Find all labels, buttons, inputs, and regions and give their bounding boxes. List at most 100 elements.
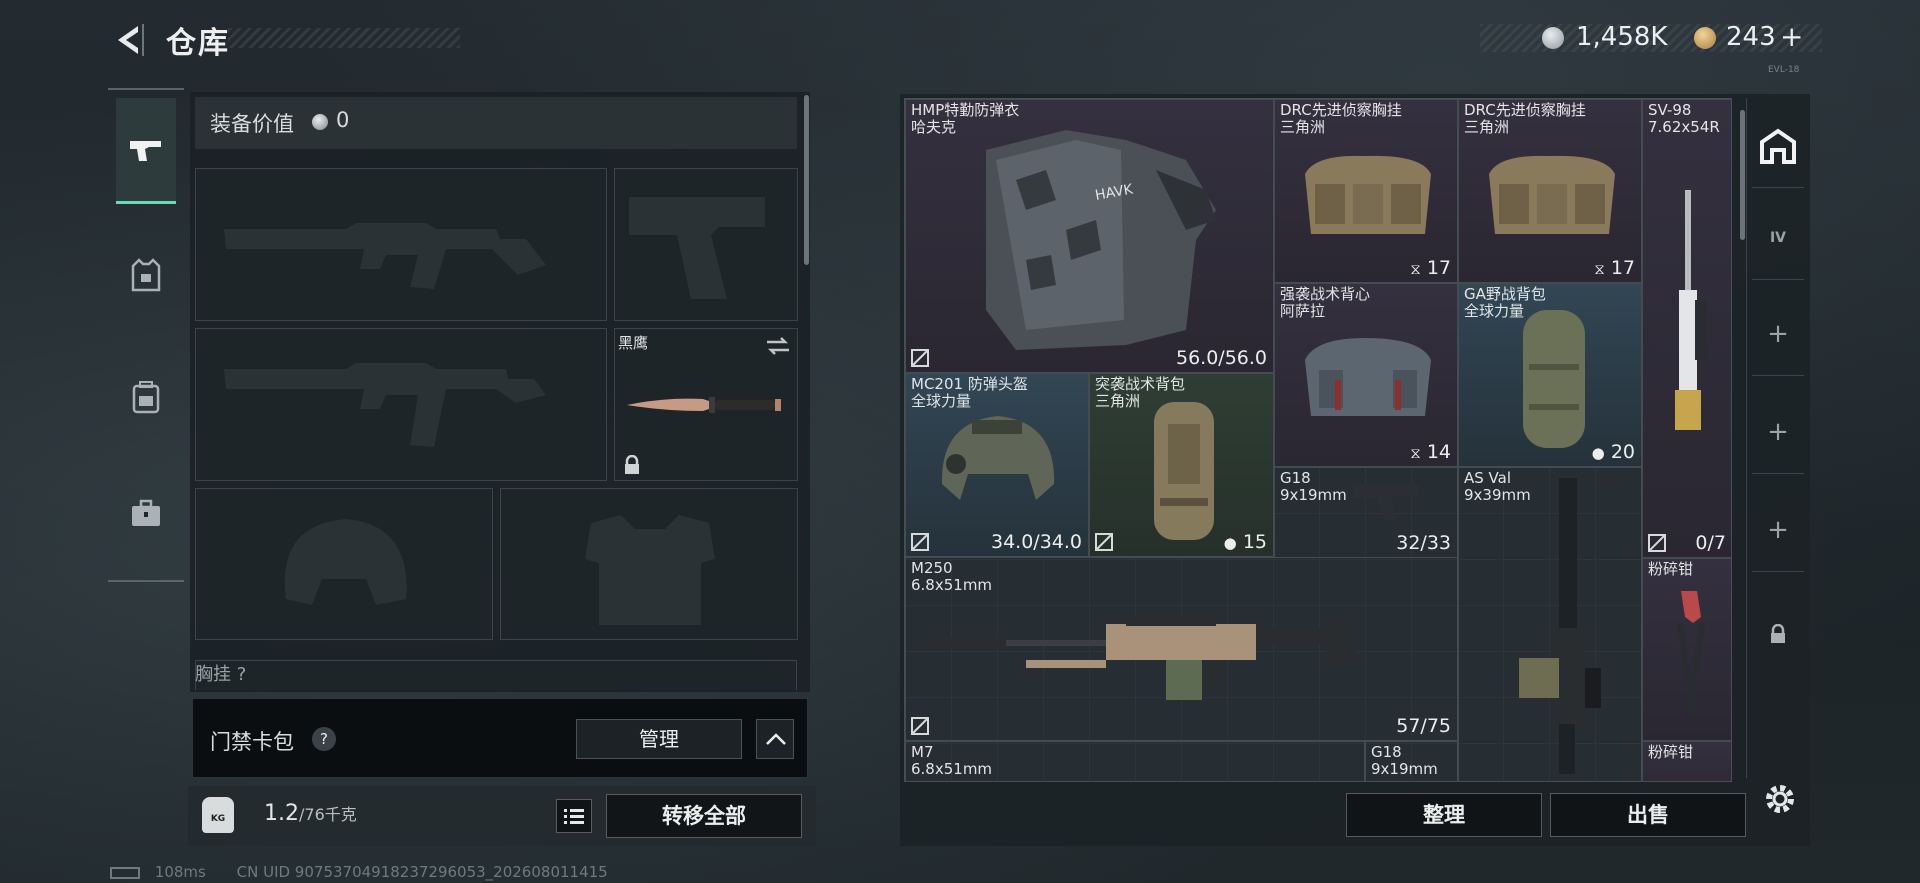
- rig-icon: ⧖: [1410, 444, 1421, 462]
- sell-button[interactable]: 出售: [1550, 793, 1746, 837]
- weight-total: /76千克: [299, 805, 357, 824]
- silver-coin-icon: [312, 114, 328, 130]
- sort-button[interactable]: 整理: [1346, 793, 1542, 837]
- stash-item[interactable]: SV-98 7.62x54R 0/7: [1642, 99, 1731, 558]
- weight-current: 1.2: [264, 801, 299, 826]
- stash-item[interactable]: 粉碎钳: [1642, 558, 1731, 741]
- pistol-image: [1353, 484, 1419, 520]
- secondary-weapon-slot[interactable]: [195, 328, 607, 481]
- tab-gear[interactable]: [116, 222, 176, 328]
- stash-item[interactable]: AS Val 9x39mm: [1458, 467, 1642, 781]
- tactical-vest-image: [1305, 338, 1431, 416]
- add-stash-tab-button[interactable]: +: [1752, 488, 1804, 572]
- player-uid: CN UID 90753704918237296053_202608011415: [236, 863, 608, 881]
- no-insure-icon: [911, 533, 929, 551]
- vest-icon: [131, 258, 161, 292]
- stash-item[interactable]: HMP特勤防弹衣 哈夫克 HAVK 56.0/56.0: [905, 99, 1274, 373]
- locked-stash-tab: [1752, 592, 1804, 676]
- pistol-silhouette-icon: [629, 197, 765, 299]
- stash-tab-4-label: IV: [1769, 229, 1787, 246]
- expand-button[interactable]: [756, 719, 794, 759]
- no-insure-icon: [1648, 534, 1666, 552]
- add-stash-tab-button[interactable]: +: [1752, 390, 1804, 474]
- chest-rig-slot[interactable]: [195, 660, 797, 690]
- rig-icon: ⧖: [1410, 260, 1421, 278]
- primary-weapon-slot[interactable]: [195, 168, 607, 321]
- item-name: 强袭战术背心 阿萨拉: [1280, 285, 1371, 320]
- tab-weapons[interactable]: [116, 98, 176, 204]
- stash-item[interactable]: 突袭战术背包 三角洲 ● 15: [1089, 373, 1274, 557]
- item-ammo: 0/7: [1695, 532, 1726, 554]
- keycard-help-icon[interactable]: ?: [312, 727, 336, 751]
- loadout-scrollbar[interactable]: [804, 95, 809, 265]
- weight-icon: KG: [202, 797, 234, 833]
- equipment-value-label: 装备价值: [210, 112, 294, 136]
- item-name: M7 6.8x51mm: [911, 743, 993, 778]
- stash-item[interactable]: G18 9x19mm 32/33: [1274, 467, 1458, 558]
- item-capacity: ● 15: [1223, 531, 1267, 553]
- stash-tab-4[interactable]: IV: [1752, 196, 1804, 280]
- stash-grid: HMP特勤防弹衣 哈夫克 HAVK 56.0/56.0 DRC先进侦察胸挂 三角洲 …: [904, 98, 1732, 782]
- chest-rig-image: [1489, 155, 1615, 234]
- briefcase-icon: [132, 499, 160, 526]
- no-insure-icon: [1095, 533, 1113, 551]
- vest-silhouette-icon: [585, 515, 715, 625]
- chest-rig-label: 胸挂 ?: [195, 664, 247, 685]
- item-name: 粉碎钳: [1648, 743, 1694, 761]
- title-decoration: [228, 28, 460, 48]
- pistol-icon: [130, 140, 161, 161]
- transfer-all-button[interactable]: 转移全部: [606, 794, 802, 838]
- rifle-image: [1519, 478, 1601, 774]
- item-capacity: ⧖ 14: [1410, 441, 1451, 463]
- bag-icon: ●: [1591, 444, 1605, 462]
- item-capacity: ● 20: [1591, 441, 1635, 463]
- helmet-slot[interactable]: [195, 488, 493, 640]
- rig-icon: ⧖: [1594, 260, 1605, 278]
- item-name: G18 9x19mm: [1371, 743, 1438, 778]
- rifle-silhouette-icon: [224, 223, 546, 289]
- stash-item[interactable]: MC201 防弹头盔 全球力量 34.0/34.0: [905, 373, 1089, 557]
- stash-item[interactable]: M7 6.8x51mm: [905, 741, 1365, 781]
- stash-item[interactable]: DRC先进侦察胸挂 三角洲 ⧖ 17: [1274, 99, 1458, 283]
- item-durability: 56.0/56.0: [1175, 347, 1267, 369]
- sniper-rifle-image: [1675, 190, 1707, 430]
- helmet-image: [941, 416, 1055, 500]
- item-capacity: ⧖ 17: [1594, 257, 1635, 279]
- stash-item[interactable]: GA野战背包 全球力量 ● 20: [1458, 283, 1642, 467]
- battery-icon: [110, 866, 140, 879]
- manage-button[interactable]: 管理: [576, 719, 742, 759]
- stash-item[interactable]: 强袭战术背心 阿萨拉 ⧖ 14: [1274, 283, 1458, 467]
- item-name: G18 9x19mm: [1280, 469, 1347, 504]
- vault-icon: [1760, 128, 1796, 164]
- pistol-slot[interactable]: [614, 168, 798, 321]
- armor-slot[interactable]: [500, 488, 798, 640]
- swap-arrows-icon[interactable]: [765, 335, 791, 357]
- no-insure-icon: [911, 717, 929, 735]
- tab-case[interactable]: [116, 460, 176, 566]
- list-view-button[interactable]: [556, 799, 592, 833]
- item-name: DRC先进侦察胸挂 三角洲: [1464, 101, 1586, 136]
- settings-gear-icon[interactable]: [1762, 781, 1798, 817]
- stash-item[interactable]: DRC先进侦察胸挂 三角洲 ⧖ 17: [1458, 99, 1642, 283]
- machine-gun-image: [926, 616, 1356, 700]
- stash-item[interactable]: M250 6.8x51mm 57/75: [905, 557, 1458, 741]
- backpack-image: [1154, 402, 1214, 540]
- helmet-silhouette-icon: [284, 519, 407, 605]
- keycard-label: 门禁卡包: [210, 730, 294, 754]
- stash-item[interactable]: G18 9x19mm: [1365, 741, 1458, 781]
- chest-rig-image: [1305, 155, 1431, 234]
- lock-icon: [1771, 624, 1785, 643]
- add-currency-button[interactable]: +: [1780, 20, 1803, 53]
- back-arrow-icon[interactable]: [108, 20, 148, 60]
- version-label: EVL-18: [1768, 65, 1800, 75]
- currency-gold-amount: 243: [1726, 22, 1776, 52]
- item-name: DRC先进侦察胸挂 三角洲: [1280, 101, 1402, 136]
- no-insure-icon: [911, 349, 929, 367]
- ping-value: 108ms: [154, 863, 206, 881]
- page-title: 仓库: [166, 26, 230, 61]
- stash-tab-main[interactable]: [1752, 104, 1804, 188]
- stash-scrollbar[interactable]: [1740, 110, 1745, 240]
- tab-backpack[interactable]: [116, 344, 176, 450]
- stash-item[interactable]: 粉碎钳: [1642, 741, 1731, 781]
- add-stash-tab-button[interactable]: +: [1752, 292, 1804, 376]
